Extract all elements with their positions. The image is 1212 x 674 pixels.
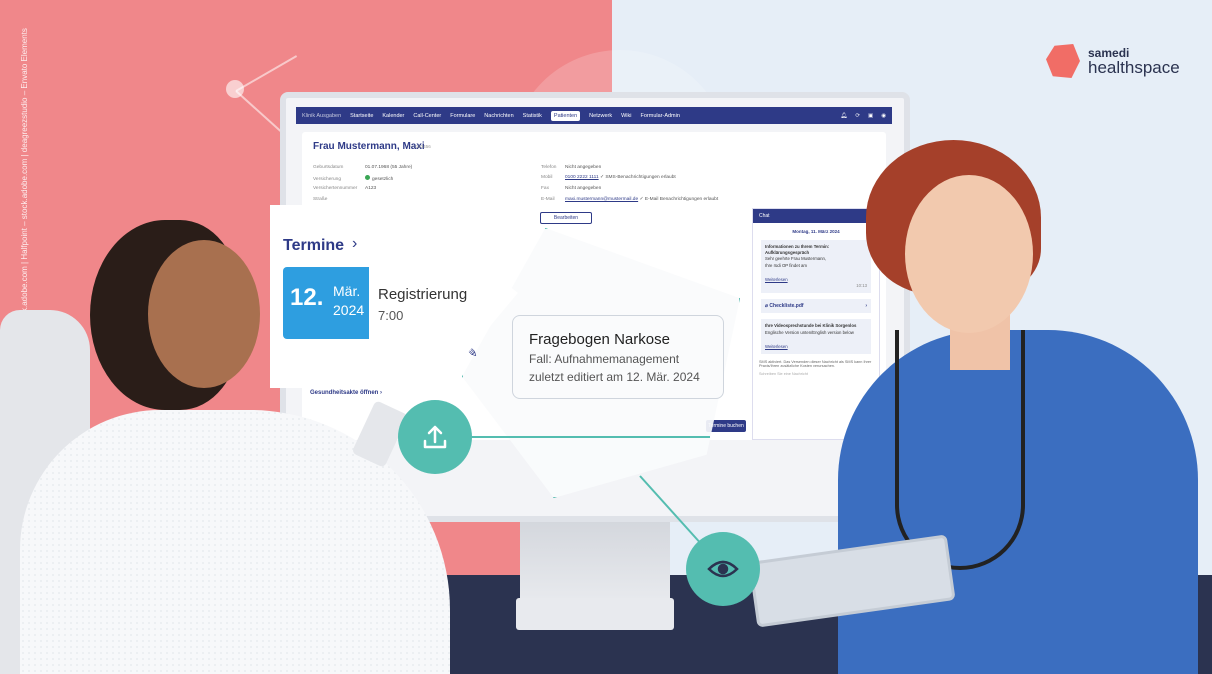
label-phone: Telefon (541, 165, 557, 170)
value-fax: Nicht angegeben (565, 186, 602, 191)
nav-wiki[interactable]: Wiki (621, 113, 631, 119)
questionnaire-case: Fall: Aufnahmemanagement (529, 352, 680, 366)
chat-msg2-link[interactable]: Weiterlesen (765, 344, 867, 350)
questionnaire-edited: zuletzt editiert am 12. Mär. 2024 (529, 370, 700, 384)
chat-date: Montag, 11. März 2024 (792, 229, 840, 234)
label-insurance: Versicherung (313, 177, 341, 182)
patient-id: — 123456 (410, 144, 431, 149)
label-insurance-no: Versichertennummer (313, 186, 358, 191)
nav-statistik[interactable]: Statistik (523, 113, 542, 119)
chat-file-name: Checkliste.pdf (769, 303, 804, 310)
chat-message: Informationen zu Ihrem Termin: Aufklärun… (761, 240, 871, 294)
label-mobile: Mobil (541, 175, 553, 180)
logo-line1: samedi (1088, 45, 1130, 60)
calendar-icon[interactable]: ▣ (868, 113, 873, 119)
appointment-year: 2024 (333, 302, 365, 318)
nav-startseite[interactable]: Startseite (350, 113, 373, 119)
value-insurance-no: A123 (365, 186, 377, 191)
value-email[interactable]: maxi.mustermann@mustermail.de (565, 197, 638, 202)
label-birth: Geburtsdatum (313, 165, 344, 170)
appointment-month: Mär. (333, 283, 361, 299)
connector-line (470, 436, 710, 438)
patient-face (148, 240, 260, 388)
email-note: ✓ E-Mail Benachrichtigungen erlaubt (639, 197, 719, 202)
chat-msg2-title: Ihre Videosprechstunde bei Klinik Sorgen… (765, 323, 857, 329)
chat-attachment[interactable]: ⌀ Checkliste.pdf › (761, 299, 871, 314)
appointment-title[interactable]: Registrierung (378, 286, 467, 303)
appointment-day: 12. (290, 284, 324, 311)
logo-line2: healthspace (1088, 57, 1180, 77)
nav-search[interactable]: Klinik Ausgaben (302, 113, 341, 119)
label-street: Straße (313, 197, 328, 202)
chat-message: Ihre Videosprechstunde bei Klinik Sorgen… (761, 319, 871, 354)
mobile-note: ✓ SMS-Benachrichtigungen erlaubt (599, 175, 676, 180)
questionnaire-title: Fragebogen Narkose (529, 331, 670, 348)
edit-button[interactable]: Bearbeiten (540, 212, 592, 224)
nav-patienten[interactable]: Patienten (550, 110, 581, 121)
logo-mark-icon (1046, 44, 1080, 78)
value-birth: 01.07.1968 (55 Jahre) (365, 165, 413, 170)
status-dot-icon (365, 175, 370, 180)
chat-header: Chat (753, 209, 879, 223)
chevron-right-icon[interactable]: › (352, 235, 357, 253)
monitor-stand (520, 522, 670, 602)
chat-msg1-title: Informationen zu Ihrem Termin: Aufklärun… (765, 244, 830, 256)
nav-formulare[interactable]: Formulare (450, 113, 475, 119)
nurse-face (905, 175, 1033, 333)
app-navbar: Klinik Ausgaben Startseite Kalender Call… (296, 107, 892, 124)
stethoscope (895, 330, 1025, 570)
bell-icon[interactable]: 🔔︎ (840, 113, 847, 119)
value-insurance: gesetzlich (372, 177, 394, 182)
nav-formular-admin[interactable]: Formular-Admin (640, 113, 679, 119)
edit-button-label: Bearbeiten (553, 215, 579, 221)
upload-button[interactable] (398, 400, 472, 474)
label-email: E-Mail (541, 197, 555, 202)
nav-netzwerk[interactable]: Netzwerk (589, 113, 612, 119)
appointment-time: 7:00 (378, 308, 404, 323)
chat-msg1-time: 10:13 (856, 283, 867, 289)
user-icon[interactable]: ◉ (881, 113, 886, 119)
patient-name: Frau Mustermann, Maxi (313, 141, 425, 152)
chat-msg1-body2: Ihre rüdi OP findet am (765, 262, 807, 268)
nav-kalender[interactable]: Kalender (382, 113, 404, 119)
label-fax: Fax (541, 186, 549, 191)
refresh-icon[interactable]: ⟳ (855, 113, 860, 119)
appointments-title[interactable]: Termine (283, 237, 344, 255)
monitor-base (516, 598, 674, 630)
nav-icons: 🔔︎ ⟳ ▣ ◉ (840, 113, 886, 119)
chat-msg2-body: Englische Version unten/English version … (765, 329, 854, 335)
value-mobile[interactable]: 0100 2222 1111 (565, 175, 599, 180)
value-phone: Nicht angegeben (565, 165, 602, 170)
view-button[interactable] (686, 532, 760, 606)
health-record-link[interactable]: Gesundheitsakte öffnen › (310, 390, 382, 396)
nav-call-center[interactable]: Call-Center (413, 113, 441, 119)
chat-sms-note: SMS aktiviert. Das Versenden dieser Nach… (759, 359, 872, 368)
nav-nachrichten[interactable]: Nachrichten (484, 113, 513, 119)
chevron-right-icon: › (865, 303, 867, 310)
upload-icon (423, 425, 447, 449)
eye-icon (707, 560, 739, 578)
brand-logo: samedi healthspace (1046, 44, 1180, 78)
chat-input[interactable]: Schreiben Sie eine Nachricht (759, 372, 873, 376)
chat-title: Chat (759, 213, 770, 219)
